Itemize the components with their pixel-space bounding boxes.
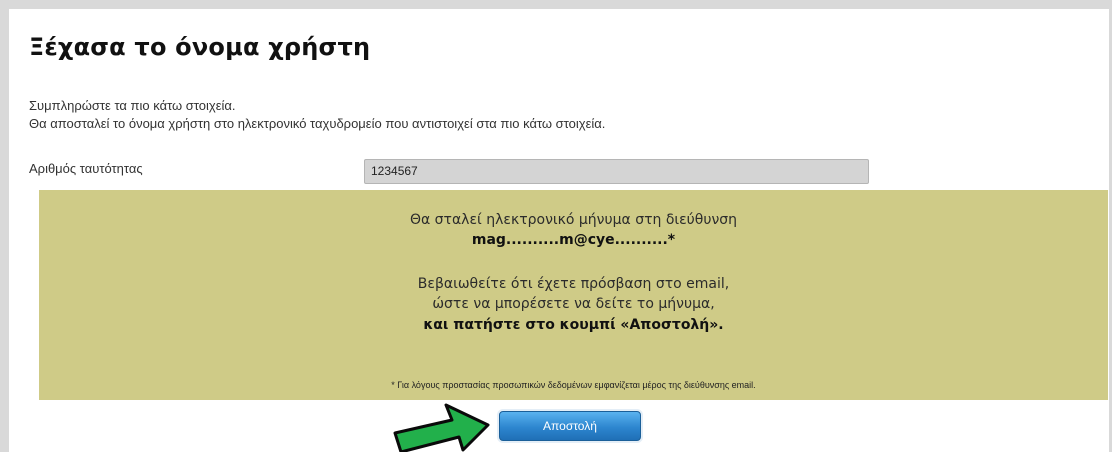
green-arrow-icon: [393, 403, 490, 452]
